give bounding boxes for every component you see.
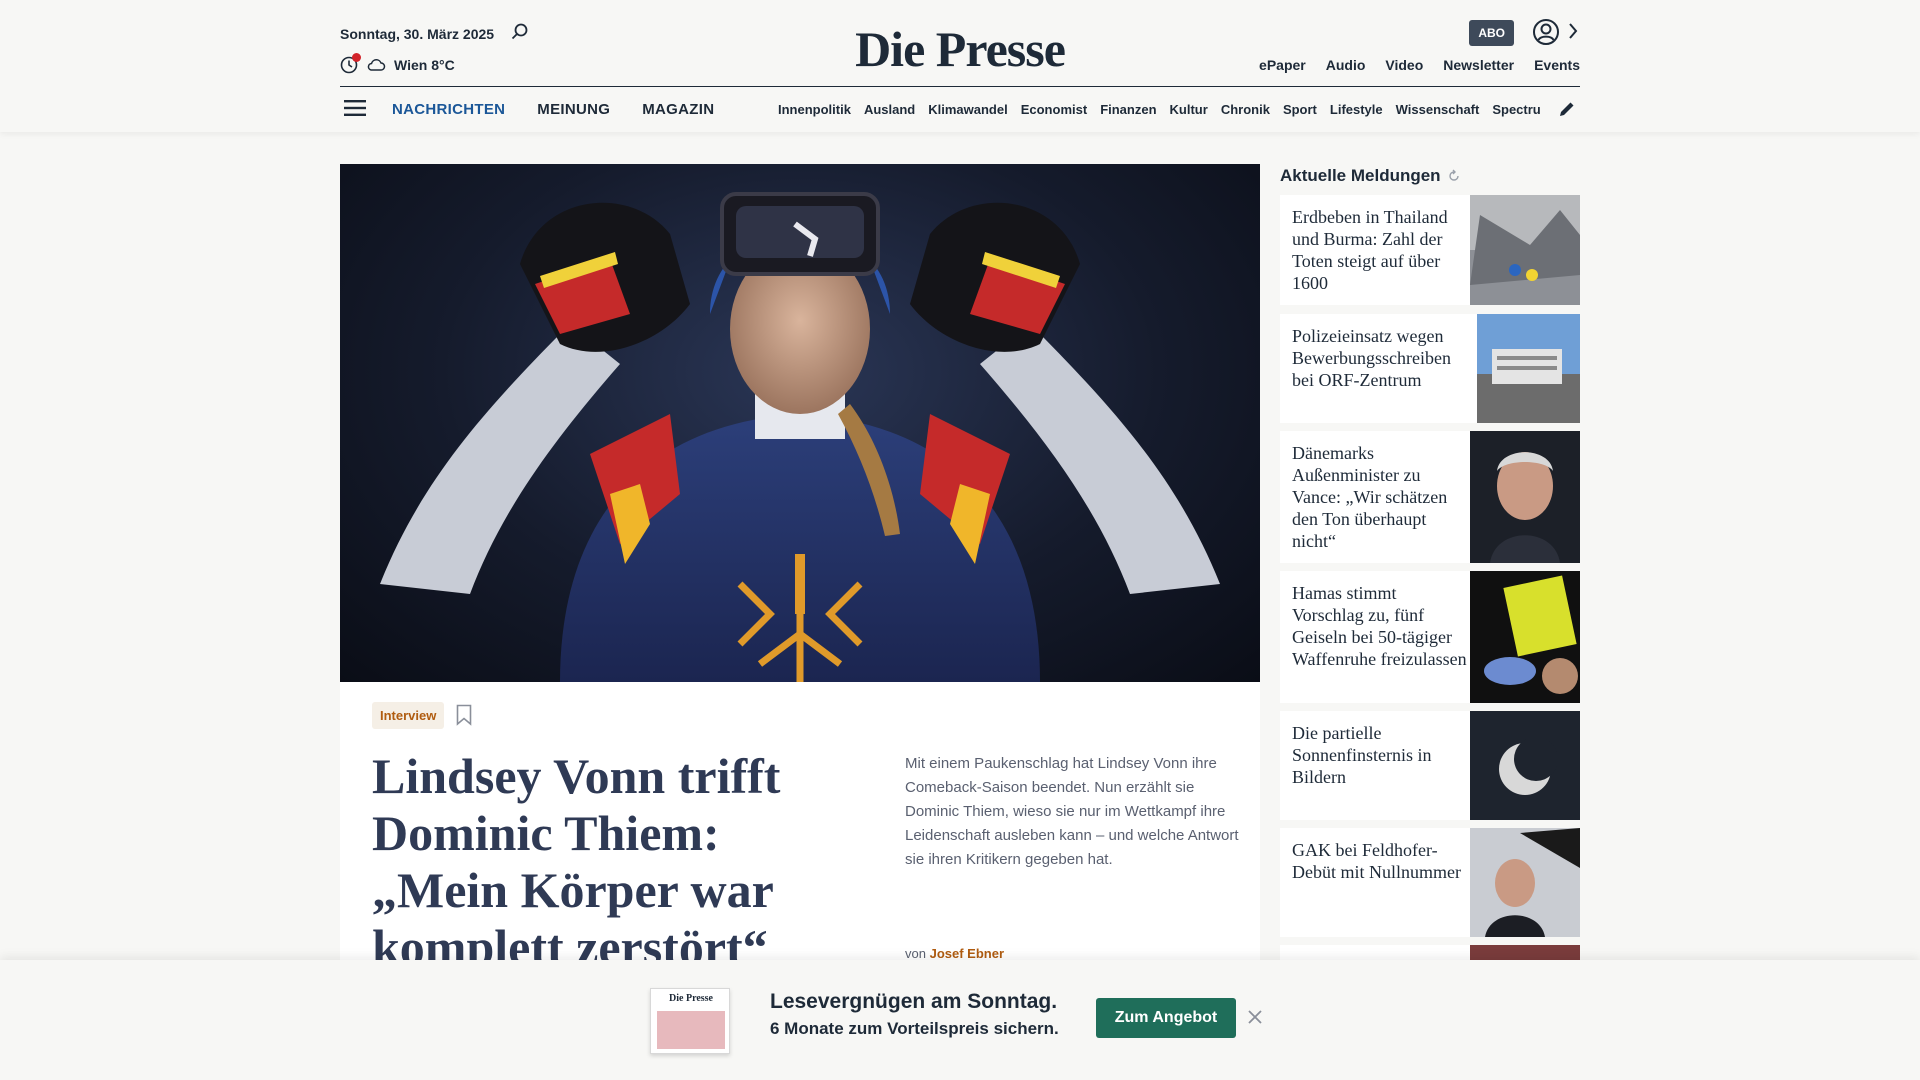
quick-link-events[interactable]: Events	[1534, 57, 1580, 73]
article-teaser: Mit einem Paukenschlag hat Lindsey Vonn …	[905, 755, 1239, 868]
skier-portrait-illustration	[380, 192, 1220, 682]
nav-category-lifestyle[interactable]: Lifestyle	[1330, 102, 1383, 117]
nav-sections: NACHRICHTEN MEINUNG MAGAZIN	[392, 101, 714, 118]
hero-image[interactable]	[340, 164, 1260, 682]
nav-category-economist[interactable]: Economist	[1021, 102, 1087, 117]
nav-category-spectrum[interactable]: Spectrum	[1492, 102, 1540, 117]
quick-link-newsletter[interactable]: Newsletter	[1443, 57, 1514, 73]
banner-subtitle: 6 Monate zum Vorteilspreis sichern.	[770, 1019, 1059, 1038]
news-thumbnail	[1477, 314, 1580, 423]
main-navigation: NACHRICHTEN MEINUNG MAGAZIN Innenpolitik…	[340, 87, 1580, 132]
chevron-right-icon[interactable]	[1566, 20, 1580, 42]
author-link[interactable]: Josef Ebner	[930, 946, 1004, 961]
nav-category-finanzen[interactable]: Finanzen	[1100, 102, 1156, 117]
nav-item-magazin[interactable]: MAGAZIN	[642, 101, 714, 118]
nav-category-sport[interactable]: Sport	[1283, 102, 1317, 117]
news-thumbnail	[1470, 571, 1580, 703]
news-title: Dänemarks Außenminister zu Vance: „Wir s…	[1292, 443, 1448, 551]
article-headline[interactable]: Lindsey Vonn trifft Dominic Thiem: „Mein…	[372, 748, 842, 976]
quick-link-epaper[interactable]: ePaper	[1259, 57, 1306, 73]
quick-links: ePaper Audio Video Newsletter Events	[1259, 57, 1580, 73]
pencil-icon[interactable]	[1558, 100, 1576, 118]
thumbnail-logo: Die Presse	[669, 993, 713, 1004]
header-top-row: Sonntag, 30. März 2025 Wien 8°C Die Pres…	[340, 0, 1580, 86]
news-title: Die partielle Sonnenfinsternis in Bilder…	[1292, 723, 1432, 787]
news-item-6[interactable]: GAK bei Feldhofer-Debüt mit Nullnummer	[1280, 828, 1580, 937]
refresh-icon	[1448, 169, 1459, 181]
byline-prefix: von	[905, 946, 926, 961]
newspaper-thumbnail: Die Presse	[650, 988, 730, 1054]
close-icon[interactable]	[1246, 1008, 1264, 1026]
thumbnail-image	[657, 1011, 725, 1049]
news-thumbnail	[1470, 711, 1580, 820]
news-thumbnail	[1470, 828, 1580, 937]
news-thumbnail	[1470, 195, 1580, 305]
news-title: Polizeieinsatz wegen Bewerbungsschreiben…	[1292, 326, 1451, 390]
nav-category-ausland[interactable]: Ausland	[864, 102, 915, 117]
nav-category-klimawandel[interactable]: Klimawandel	[928, 102, 1007, 117]
news-item-2[interactable]: Polizeieinsatz wegen Bewerbungsschreiben…	[1280, 314, 1580, 423]
news-item-1[interactable]: Erdbeben in Thailand und Burma: Zahl der…	[1280, 195, 1580, 305]
sidebar-heading: Aktuelle Meldungen	[1280, 166, 1461, 186]
nav-categories: Innenpolitik Ausland Klimawandel Economi…	[778, 102, 1540, 117]
abo-button[interactable]: ABO	[1469, 20, 1514, 46]
nav-category-wissenschaft[interactable]: Wissenschaft	[1396, 102, 1480, 117]
article-byline: von Josef Ebner	[905, 946, 1004, 961]
sidebar-title: Aktuelle Meldungen	[1280, 166, 1441, 185]
hamburger-menu-icon[interactable]	[344, 99, 366, 117]
news-item-4[interactable]: Hamas stimmt Vorschlag zu, fünf Geiseln …	[1280, 571, 1580, 703]
news-item-5[interactable]: Die partielle Sonnenfinsternis in Bilder…	[1280, 711, 1580, 820]
news-thumbnail	[1470, 431, 1580, 563]
offer-button[interactable]: Zum Angebot	[1096, 998, 1236, 1038]
news-item-3[interactable]: Dänemarks Außenminister zu Vance: „Wir s…	[1280, 431, 1580, 563]
nav-item-meinung[interactable]: MEINUNG	[537, 101, 610, 118]
subscription-banner: Die Presse Lesevergnügen am Sonntag. 6 M…	[0, 960, 1920, 1080]
quick-link-video[interactable]: Video	[1385, 57, 1423, 73]
site-header: Sonntag, 30. März 2025 Wien 8°C Die Pres…	[0, 0, 1920, 132]
nav-category-kultur[interactable]: Kultur	[1170, 102, 1208, 117]
hero-article-card[interactable]: Interview Lindsey Vonn trifft Dominic Th…	[340, 682, 1260, 982]
nav-category-innenpolitik[interactable]: Innenpolitik	[778, 102, 851, 117]
nav-item-nachrichten[interactable]: NACHRICHTEN	[392, 101, 505, 118]
news-title: Hamas stimmt Vorschlag zu, fünf Geiseln …	[1292, 583, 1467, 669]
news-title: GAK bei Feldhofer-Debüt mit Nullnummer	[1292, 840, 1461, 882]
user-account-icon[interactable]	[1532, 18, 1560, 46]
news-title: Erdbeben in Thailand und Burma: Zahl der…	[1292, 207, 1448, 293]
quick-link-audio[interactable]: Audio	[1326, 57, 1366, 73]
banner-title: Lesevergnügen am Sonntag.	[770, 990, 1058, 1013]
bookmark-icon[interactable]	[456, 704, 472, 726]
nav-category-chronik[interactable]: Chronik	[1221, 102, 1270, 117]
article-tag[interactable]: Interview	[372, 702, 445, 729]
